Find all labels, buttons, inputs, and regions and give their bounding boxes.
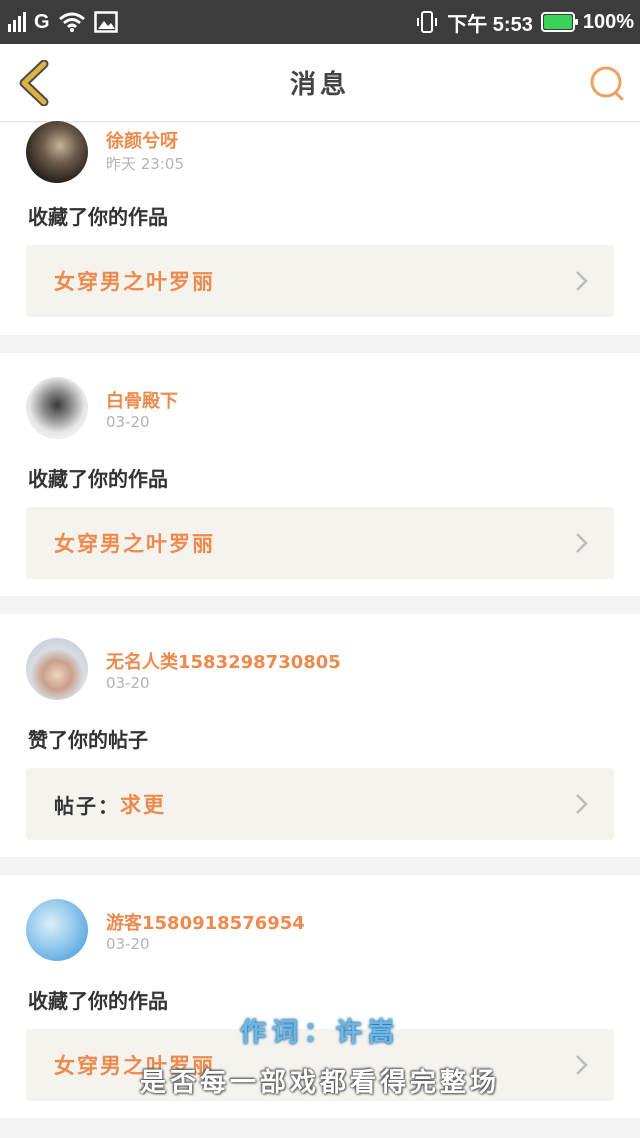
chevron-right-icon <box>576 271 588 291</box>
search-icon[interactable] <box>588 64 626 102</box>
message-card: 徐颜兮呀 昨天 23:05 收藏了你的作品 女穿男之叶罗丽 <box>0 121 640 335</box>
work-title: 女穿男之叶罗丽 <box>54 1053 215 1078</box>
clock: 下午 5:53 <box>447 13 533 36</box>
action-text: 收藏了你的作品 <box>28 988 168 1013</box>
message-card: 游客1580918576954 03-20 收藏了你的作品 女穿男之叶罗丽 <box>0 875 640 1118</box>
network-type: G <box>34 10 50 33</box>
page-title: 消息 <box>289 70 350 100</box>
top-navigation-bar: 消息 <box>0 44 640 122</box>
wifi-icon <box>58 12 85 32</box>
message-date: 03-20 <box>106 413 150 431</box>
username[interactable]: 无名人类1583298730805 <box>106 648 341 674</box>
chevron-right-icon <box>576 794 588 814</box>
message-date: 昨天 23:05 <box>106 155 184 173</box>
username[interactable]: 徐颜兮呀 <box>106 127 178 153</box>
chevron-right-icon <box>576 533 588 553</box>
work-title: 女穿男之叶罗丽 <box>54 269 215 294</box>
chevron-right-icon <box>576 1055 588 1075</box>
back-icon[interactable] <box>14 60 54 106</box>
action-text: 收藏了你的作品 <box>28 204 168 229</box>
action-text: 收藏了你的作品 <box>28 466 168 491</box>
post-label: 帖子： <box>54 793 120 818</box>
message-card: 无名人类1583298730805 03-20 赞了你的帖子 帖子： 求更 <box>0 614 640 857</box>
avatar[interactable] <box>26 377 88 439</box>
message-date: 03-20 <box>106 935 150 953</box>
signal-strength-icon <box>8 12 26 32</box>
username[interactable]: 白骨殿下 <box>106 387 178 413</box>
message-list: 徐颜兮呀 昨天 23:05 收藏了你的作品 女穿男之叶罗丽 白骨殿下 03-20… <box>0 121 640 1118</box>
work-link[interactable]: 女穿男之叶罗丽 <box>26 245 614 317</box>
username[interactable]: 游客1580918576954 <box>106 909 305 935</box>
battery-percent: 100% <box>582 10 634 33</box>
avatar[interactable] <box>26 638 88 700</box>
work-link[interactable]: 女穿男之叶罗丽 <box>26 1029 614 1101</box>
vibrate-icon <box>417 11 438 33</box>
post-title: 求更 <box>120 792 166 817</box>
message-card: 白骨殿下 03-20 收藏了你的作品 女穿男之叶罗丽 <box>0 353 640 596</box>
action-text: 赞了你的帖子 <box>28 727 148 752</box>
work-link[interactable]: 女穿男之叶罗丽 <box>26 507 614 579</box>
message-date: 03-20 <box>106 674 150 692</box>
battery-icon <box>540 12 578 32</box>
avatar[interactable] <box>26 121 88 183</box>
status-bar: G 下午 5:53 100% <box>0 0 640 44</box>
image-notification-icon <box>93 11 118 33</box>
avatar[interactable] <box>26 899 88 961</box>
work-title: 女穿男之叶罗丽 <box>54 531 215 556</box>
post-link[interactable]: 帖子： 求更 <box>26 768 614 840</box>
